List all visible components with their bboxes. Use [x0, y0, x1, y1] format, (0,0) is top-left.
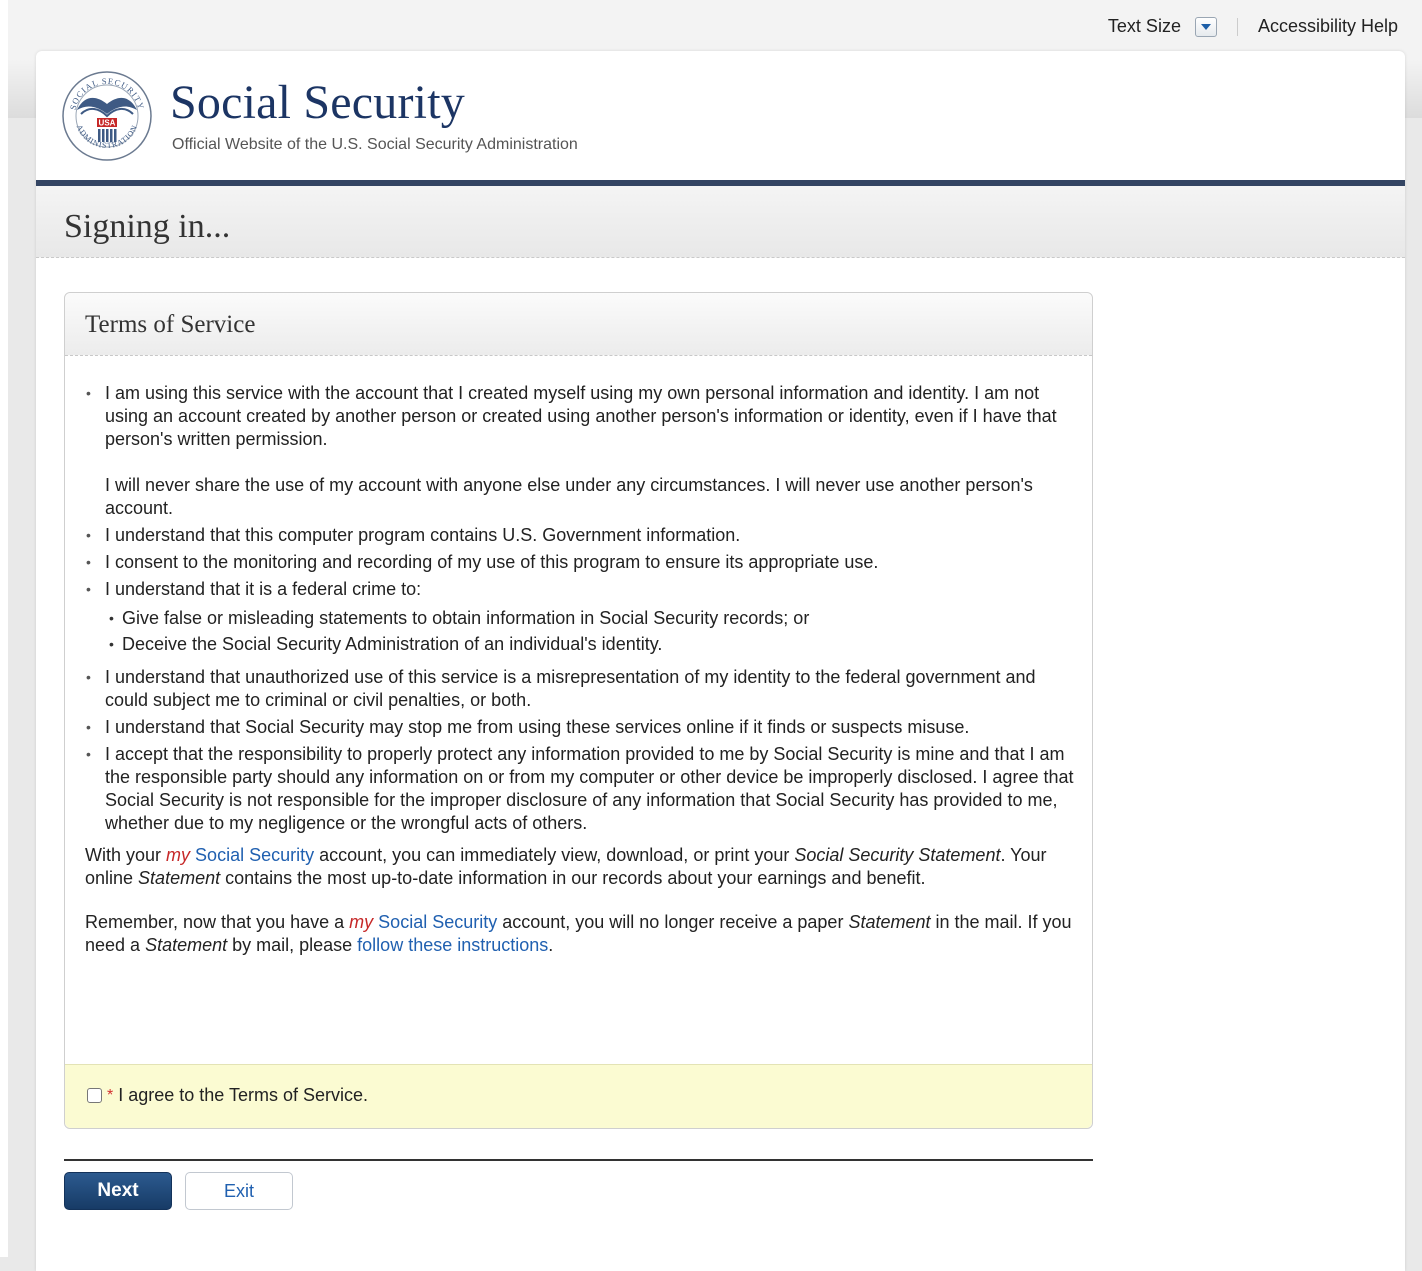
ssa-seal-icon[interactable]: USA SOCIAL SECURITY ADMINISTRATION	[61, 70, 153, 162]
text: .	[548, 935, 554, 955]
site-tagline: Official Website of the U.S. Social Secu…	[172, 136, 578, 153]
terms-body: I am using this service with the account…	[85, 382, 1075, 957]
agree-label[interactable]: I agree to the Terms of Service.	[118, 1085, 368, 1106]
emphasis: Social Security Statement	[794, 845, 1001, 865]
terms-list: I am using this service with the account…	[85, 382, 1075, 835]
emphasis: Statement	[145, 935, 228, 955]
exit-button[interactable]: Exit	[185, 1172, 293, 1210]
text: by mail, please	[227, 935, 358, 955]
agree-checkbox[interactable]	[87, 1088, 102, 1103]
title-band: Signing in...	[36, 186, 1405, 258]
term-text: I will never share the use of my account…	[105, 475, 1033, 518]
sub-list-item: Give false or misleading statements to o…	[109, 607, 1075, 630]
term-text: I understand that it is a federal crime …	[105, 579, 422, 599]
text-size-dropdown-button[interactable]	[1194, 16, 1217, 37]
caret-down-icon	[1200, 23, 1211, 30]
divider	[1236, 17, 1238, 36]
my-text: my	[349, 912, 374, 932]
paper-statement-paragraph: Remember, now that you have a my Social …	[85, 911, 1075, 957]
terms-panel-header: Terms of Service	[65, 293, 1092, 356]
text: Remember, now that you have a	[85, 912, 350, 932]
agree-band: * I agree to the Terms of Service.	[65, 1064, 1092, 1128]
social-security-link[interactable]: Social Security	[195, 845, 314, 865]
emphasis: Statement	[138, 868, 221, 888]
site-brand[interactable]: Social Security	[170, 75, 465, 130]
list-item: I understand that unauthorized use of th…	[85, 666, 1075, 712]
social-security-link[interactable]: Social Security	[378, 912, 497, 932]
svg-text:USA: USA	[99, 119, 116, 128]
list-item: I am using this service with the account…	[85, 382, 1075, 520]
term-text: I am using this service with the account…	[105, 383, 1057, 449]
accessibility-help-link[interactable]: Accessibility Help	[1258, 16, 1398, 37]
utility-bar: Text Size Accessibility Help	[1108, 16, 1398, 37]
sub-list-item: Deceive the Social Security Administrati…	[109, 633, 1075, 656]
list-item: I understand that this computer program …	[85, 524, 1075, 547]
required-marker: *	[107, 1086, 114, 1104]
list-item: I understand that it is a federal crime …	[85, 578, 1075, 656]
footer-rule	[64, 1159, 1093, 1161]
text: account, you can immediately view, downl…	[314, 845, 795, 865]
main-card: USA SOCIAL SECURITY ADMINISTRATION Socia…	[36, 51, 1405, 1271]
site-header: USA SOCIAL SECURITY ADMINISTRATION Socia…	[36, 51, 1405, 180]
list-item: I consent to the monitoring and recordin…	[85, 551, 1075, 574]
sub-list: Give false or misleading statements to o…	[105, 607, 1075, 656]
statement-paragraph: With your my Social Security account, yo…	[85, 844, 1075, 890]
next-button[interactable]: Next	[64, 1172, 172, 1210]
terms-title: Terms of Service	[85, 311, 256, 338]
left-edge	[0, 0, 8, 1257]
list-item: I accept that the responsibility to prop…	[85, 743, 1075, 835]
emphasis: Statement	[848, 912, 931, 932]
text: account, you will no longer receive a pa…	[497, 912, 849, 932]
terms-of-service-panel: Terms of Service I am using this service…	[64, 292, 1093, 1129]
page-title: Signing in...	[64, 208, 231, 245]
text: With your	[85, 845, 167, 865]
text: contains the most up-to-date information…	[220, 868, 926, 888]
text-size-label: Text Size	[1107, 16, 1181, 36]
list-item: I understand that Social Security may st…	[85, 716, 1075, 739]
follow-instructions-link[interactable]: follow these instructions	[357, 935, 548, 955]
my-text: my	[166, 845, 191, 865]
agree-row[interactable]: * I agree to the Terms of Service.	[87, 1085, 368, 1106]
